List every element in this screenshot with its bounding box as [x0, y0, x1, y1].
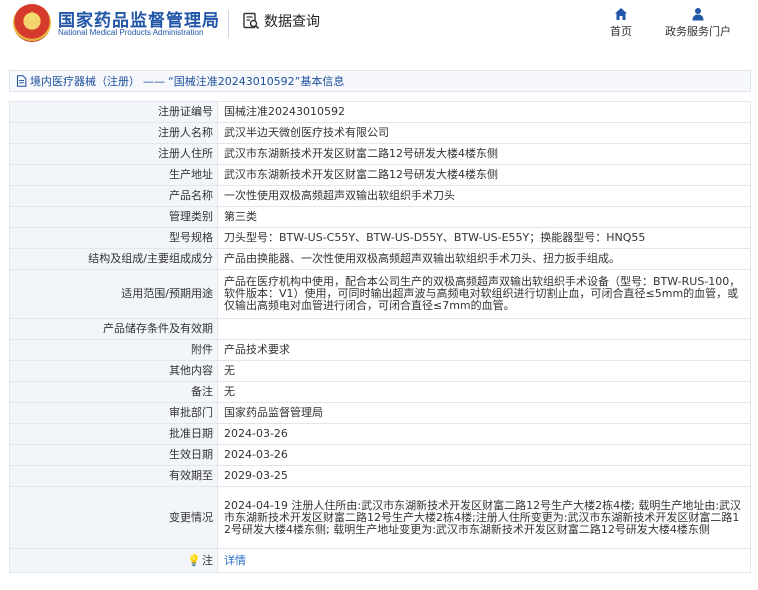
field-value: 2024-03-26 — [217, 423, 751, 445]
table-row: 批准日期 2024-03-26 — [9, 423, 751, 445]
breadcrumb-separator: —— — [143, 74, 165, 88]
data-search-link[interactable]: 数据查询 — [242, 11, 320, 31]
field-value: 第三类 — [217, 206, 751, 228]
national-emblem-icon: ★ — [13, 4, 51, 42]
data-search-label: 数据查询 — [264, 14, 320, 30]
table-row: 注册人住所 武汉市东湖新技术开发区财富二路12号研发大楼4楼东侧 — [9, 143, 751, 165]
field-value: 无 — [217, 381, 751, 403]
table-row: 附件 产品技术要求 — [9, 339, 751, 361]
field-label: 注册证编号 — [9, 101, 218, 123]
table-row: 产品储存条件及有效期 — [9, 318, 751, 340]
search-document-icon — [243, 12, 260, 30]
field-label: 型号规格 — [9, 227, 218, 249]
field-label: 注册人名称 — [9, 122, 218, 144]
lightbulb-icon: 💡 — [187, 553, 201, 567]
field-label: 生产地址 — [9, 164, 218, 186]
table-row: 产品名称 一次性使用双极高频超声双输出软组织手术刀头 — [9, 185, 751, 207]
field-label: 备注 — [9, 381, 218, 403]
table-row: 审批部门 国家药品监督管理局 — [9, 402, 751, 424]
note-value-cell: 详情 — [217, 548, 751, 573]
field-label: 产品名称 — [9, 185, 218, 207]
table-row: 注册证编号 国械注准20243010592 — [9, 101, 751, 123]
field-value: 产品技术要求 — [217, 339, 751, 361]
table-row: 变更情况 2024-04-19 注册人住所由:武汉市东湖新技术开发区财富二路12… — [9, 486, 751, 549]
field-label: 生效日期 — [9, 444, 218, 466]
field-value: 一次性使用双极高频超声双输出软组织手术刀头 — [217, 185, 751, 207]
site-header: ★ 国家药品监督管理局 National Medical Products Ad… — [0, 0, 758, 52]
field-label: 其他内容 — [9, 360, 218, 382]
field-value: 刀头型号：BTW-US-C55Y、BTW-US-D55Y、BTW-US-E55Y… — [217, 227, 751, 249]
field-value: 国械注准20243010592 — [217, 101, 751, 123]
table-row: 有效期至 2029-03-25 — [9, 465, 751, 487]
field-value: 产品由换能器、一次性使用双极高频超声双输出软组织手术刀头、扭力扳手组成。 — [217, 248, 751, 270]
field-label: 变更情况 — [9, 486, 218, 549]
breadcrumb-page-title: “国械注准20243010592”基本信息 — [168, 75, 345, 88]
nav-service-portal[interactable]: 政务服务门户 — [656, 7, 740, 39]
detail-link[interactable]: 详情 — [224, 554, 246, 567]
table-row: 其他内容 无 — [9, 360, 751, 382]
user-icon — [692, 8, 704, 21]
home-icon — [615, 8, 627, 20]
field-label: 有效期至 — [9, 465, 218, 487]
field-label: 管理类别 — [9, 206, 218, 228]
field-value: 武汉市东湖新技术开发区财富二路12号研发大楼4楼东侧 — [217, 143, 751, 165]
table-row: 注册人名称 武汉半边天微创医疗技术有限公司 — [9, 122, 751, 144]
header-divider — [228, 10, 229, 38]
field-value: 国家药品监督管理局 — [217, 402, 751, 424]
breadcrumb-category-link[interactable]: 境内医疗器械（注册） — [30, 73, 140, 89]
field-value: 2024-04-19 注册人住所由:武汉市东湖新技术开发区财富二路12号生产大楼… — [217, 486, 751, 549]
site-subtitle: National Medical Products Administration — [58, 28, 204, 37]
table-row: 结构及组成/主要组成成分 产品由换能器、一次性使用双极高频超声双输出软组织手术刀… — [9, 248, 751, 270]
nav-portal-label: 政务服务门户 — [665, 25, 731, 38]
table-row: 💡注 详情 — [9, 548, 751, 573]
document-icon — [17, 75, 27, 87]
field-value: 武汉半边天微创医疗技术有限公司 — [217, 122, 751, 144]
nav-home[interactable]: 首页 — [604, 7, 638, 39]
field-label: 批准日期 — [9, 423, 218, 445]
note-label: 注 — [202, 553, 213, 567]
field-value: 无 — [217, 360, 751, 382]
field-label: 附件 — [9, 339, 218, 361]
field-value: 2024-03-26 — [217, 444, 751, 466]
table-row: 生产地址 武汉市东湖新技术开发区财富二路12号研发大楼4楼东侧 — [9, 164, 751, 186]
registration-info-table: 注册证编号 国械注准20243010592 注册人名称 武汉半边天微创医疗技术有… — [9, 101, 751, 573]
field-label: 审批部门 — [9, 402, 218, 424]
field-label: 注册人住所 — [9, 143, 218, 165]
table-row: 型号规格 刀头型号：BTW-US-C55Y、BTW-US-D55Y、BTW-US… — [9, 227, 751, 249]
table-row: 适用范围/预期用途 产品在医疗机构中使用，配合本公司生产的双极高频超声双输出软组… — [9, 269, 751, 319]
breadcrumb: 境内医疗器械（注册） —— “国械注准20243010592”基本信息 — [9, 70, 751, 92]
field-value — [217, 318, 751, 340]
table-row: 备注 无 — [9, 381, 751, 403]
field-value: 2029-03-25 — [217, 465, 751, 487]
nav-home-label: 首页 — [610, 25, 632, 38]
note-label-cell: 💡注 — [9, 548, 218, 573]
field-value: 武汉市东湖新技术开发区财富二路12号研发大楼4楼东侧 — [217, 164, 751, 186]
field-label: 产品储存条件及有效期 — [9, 318, 218, 340]
table-row: 生效日期 2024-03-26 — [9, 444, 751, 466]
field-label: 适用范围/预期用途 — [9, 269, 218, 319]
field-value: 产品在医疗机构中使用，配合本公司生产的双极高频超声双输出软组织手术设备（型号：B… — [217, 269, 751, 319]
table-row: 管理类别 第三类 — [9, 206, 751, 228]
field-label: 结构及组成/主要组成成分 — [9, 248, 218, 270]
